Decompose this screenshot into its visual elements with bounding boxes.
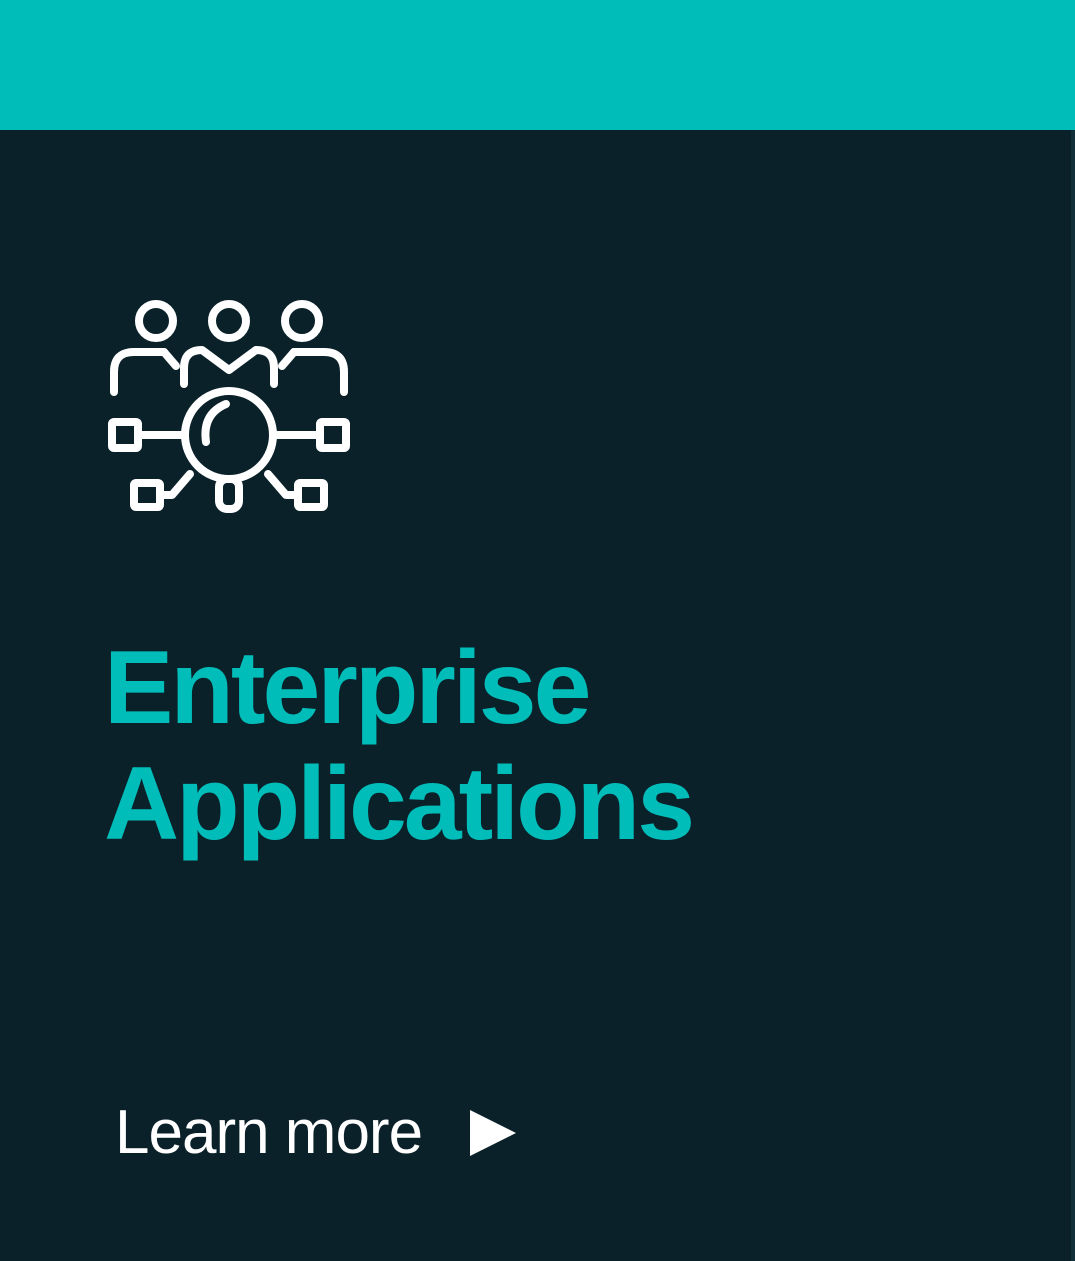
card-title-line-1: Enterprise (104, 630, 591, 746)
card-title-line-2: Applications (104, 746, 695, 862)
play-arrow-icon (470, 1110, 517, 1156)
enterprise-applications-card[interactable]: Enterprise Applications Learn more (0, 0, 1075, 1261)
learn-more-link[interactable]: Learn more (115, 1098, 518, 1168)
card-edge-divider (1071, 130, 1075, 1261)
top-accent-bar (0, 0, 1075, 130)
team-search-network-icon (104, 292, 354, 524)
card-title: Enterprise Applications (104, 630, 1004, 862)
learn-more-label: Learn more (115, 1098, 423, 1167)
